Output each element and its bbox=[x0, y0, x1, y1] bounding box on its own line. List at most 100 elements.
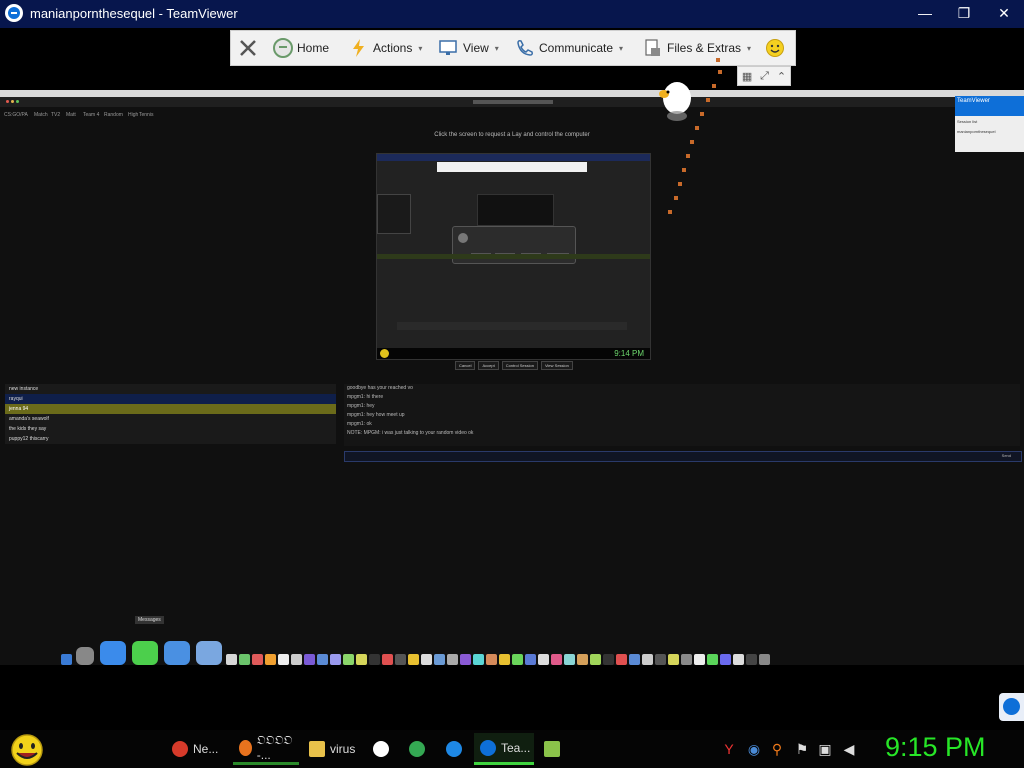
restore-button[interactable]: ❐ bbox=[953, 4, 975, 22]
task-folder[interactable]: virus bbox=[303, 733, 363, 765]
messages-icon[interactable] bbox=[132, 641, 158, 665]
list-item[interactable]: puppy12 thiscarry bbox=[5, 434, 336, 444]
dock-app-icon[interactable] bbox=[447, 654, 458, 665]
dock-app-icon[interactable] bbox=[473, 654, 484, 665]
dock-app-icon[interactable] bbox=[330, 654, 341, 665]
dock-app-icon[interactable] bbox=[291, 654, 302, 665]
expand-icon[interactable]: ⤢ bbox=[760, 70, 769, 83]
minimize-button[interactable]: — bbox=[914, 4, 936, 22]
dock-app-icon[interactable] bbox=[421, 654, 432, 665]
launchpad-icon[interactable] bbox=[76, 647, 94, 665]
chat-input[interactable]: Send bbox=[344, 451, 1022, 462]
task-app-q[interactable] bbox=[440, 733, 470, 765]
dock-app-icon[interactable] bbox=[694, 654, 705, 665]
list-item[interactable]: the kids they say bbox=[5, 424, 336, 434]
safari-icon[interactable] bbox=[100, 641, 126, 665]
dock-app-icon[interactable] bbox=[343, 654, 354, 665]
dock-app-icon[interactable] bbox=[434, 654, 445, 665]
mail-icon[interactable] bbox=[164, 641, 190, 665]
dock-app-icon[interactable] bbox=[499, 654, 510, 665]
nested-accept-button[interactable]: Accept bbox=[478, 361, 499, 370]
task-yandex[interactable] bbox=[367, 733, 397, 765]
list-item[interactable]: amanda's seawolf bbox=[5, 414, 336, 424]
nested-view-button[interactable]: View Session bbox=[540, 361, 573, 370]
trash-icon[interactable] bbox=[759, 654, 770, 665]
toolbar-actions-button[interactable]: Actions ▾ bbox=[349, 31, 422, 65]
window-title: manianpornthesequel - TeamViewer bbox=[30, 6, 238, 21]
tv-panel-line: Session list bbox=[957, 119, 978, 124]
dock-app-icon[interactable] bbox=[616, 654, 627, 665]
task-firefox[interactable]: 𝔒𝔒𝔒𝔒 -... bbox=[233, 733, 299, 765]
dock-app-icon[interactable] bbox=[642, 654, 653, 665]
toolbar-home-button[interactable]: Home bbox=[273, 31, 329, 65]
toolbar-files-button[interactable]: Files & Extras ▾ bbox=[643, 31, 751, 65]
chat-line: NOTE: MPGM: i was just talking to your r… bbox=[347, 430, 474, 436]
dock-app-icon[interactable] bbox=[239, 654, 250, 665]
dock-app-icon[interactable] bbox=[252, 654, 263, 665]
finder-icon[interactable] bbox=[61, 654, 72, 665]
traffic-light-close-icon bbox=[6, 100, 9, 103]
nested-remote-screen[interactable]: 9:14 PM bbox=[376, 153, 651, 360]
dock-app-icon[interactable] bbox=[356, 654, 367, 665]
toolbar-close-button[interactable] bbox=[237, 31, 259, 65]
list-item[interactable]: rayqui bbox=[5, 394, 336, 404]
dock-app-icon[interactable] bbox=[278, 654, 289, 665]
dock-app-icon[interactable] bbox=[369, 654, 380, 665]
grid-icon[interactable]: ▦ bbox=[742, 70, 752, 83]
dock-app-icon[interactable] bbox=[720, 654, 731, 665]
dock-app-icon[interactable] bbox=[577, 654, 588, 665]
task-chrome[interactable]: Ne... bbox=[166, 733, 226, 765]
dock-app-icon[interactable] bbox=[668, 654, 679, 665]
tv-panel-line[interactable]: manianpornthesequel bbox=[955, 127, 1024, 136]
start-smiley-icon[interactable] bbox=[8, 733, 46, 767]
dock-app-icon[interactable] bbox=[590, 654, 601, 665]
task-chrome-color[interactable] bbox=[403, 733, 433, 765]
dock-app-icon[interactable] bbox=[265, 654, 276, 665]
remote-screen[interactable]: CS:GO/PA Match TV2 Matt Team 4 Random Hi… bbox=[0, 90, 1024, 721]
network-monitor-icon[interactable]: ◉ bbox=[745, 740, 763, 758]
yandex-tray-icon[interactable]: Y bbox=[720, 740, 738, 758]
dock-app-icon[interactable] bbox=[460, 654, 471, 665]
network-icon[interactable]: ▣ bbox=[816, 740, 834, 758]
chat-send-button[interactable]: Send bbox=[1002, 453, 1011, 458]
dock-app-icon[interactable] bbox=[681, 654, 692, 665]
yandex-icon bbox=[373, 741, 389, 757]
chat-line: mpgm1: ok bbox=[347, 421, 372, 427]
dock-app-icon[interactable] bbox=[551, 654, 562, 665]
flag-icon[interactable]: ⚑ bbox=[793, 740, 811, 758]
volume-icon[interactable]: ◀ bbox=[840, 740, 858, 758]
dock-app-icon[interactable] bbox=[512, 654, 523, 665]
dock-app-icon[interactable] bbox=[733, 654, 744, 665]
nested-control-button[interactable]: Control Session bbox=[501, 361, 538, 370]
dock-app-icon[interactable] bbox=[486, 654, 497, 665]
task-green-app[interactable] bbox=[538, 733, 604, 765]
search-icon[interactable]: ⚲ bbox=[768, 740, 786, 758]
dock-app-icon[interactable] bbox=[317, 654, 328, 665]
dock-app-icon[interactable] bbox=[226, 654, 237, 665]
dock-app-icon[interactable] bbox=[408, 654, 419, 665]
dock-app-icon[interactable] bbox=[304, 654, 315, 665]
list-item[interactable]: new instance bbox=[5, 384, 336, 394]
dock-app-icon[interactable] bbox=[655, 654, 666, 665]
list-item-selected[interactable]: jenna 94 bbox=[5, 404, 336, 414]
remote-tab: CS:GO/PA bbox=[4, 112, 28, 118]
maps-icon[interactable] bbox=[196, 641, 222, 665]
collapse-icon[interactable]: ⌃ bbox=[777, 70, 786, 83]
dock-app-icon[interactable] bbox=[746, 654, 757, 665]
nested-cancel-button[interactable]: Cancel bbox=[455, 361, 476, 370]
close-window-button[interactable]: ✕ bbox=[993, 4, 1015, 22]
dock-app-icon[interactable] bbox=[395, 654, 406, 665]
dock-app-icon[interactable] bbox=[538, 654, 549, 665]
task-teamviewer[interactable]: Tea... bbox=[474, 733, 534, 765]
dock-app-icon[interactable] bbox=[525, 654, 536, 665]
dock-app-icon[interactable] bbox=[564, 654, 575, 665]
toolbar-communicate-button[interactable]: Communicate ▾ bbox=[515, 31, 623, 65]
dock-app-icon[interactable] bbox=[707, 654, 718, 665]
toolbar-view-button[interactable]: View ▾ bbox=[439, 31, 499, 65]
dock-app-icon[interactable] bbox=[629, 654, 640, 665]
dock-app-icon[interactable] bbox=[382, 654, 393, 665]
teamviewer-edge-button[interactable] bbox=[999, 693, 1024, 721]
toolbar-feedback-button[interactable] bbox=[765, 31, 785, 65]
taskbar-clock[interactable]: 9:15 PM bbox=[885, 732, 986, 763]
dock-app-icon[interactable] bbox=[603, 654, 614, 665]
